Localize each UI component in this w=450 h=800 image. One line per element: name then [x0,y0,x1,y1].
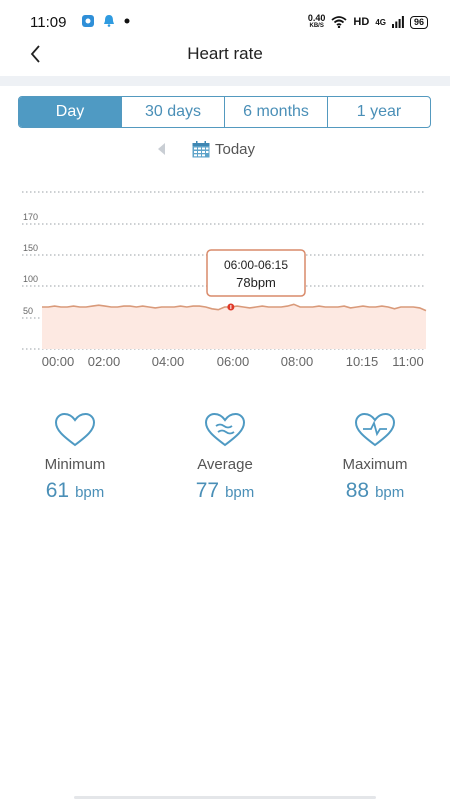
tooltip-time: 06:00-06:15 [224,258,288,272]
y-tick-label: 50 [23,306,33,316]
x-tick-label: 06:00 [217,354,250,369]
stat-label-minimum: Minimum [44,456,106,473]
stat-label-maximum: Maximum [342,456,408,473]
battery-icon: 96 [409,15,428,29]
dot-icon [124,18,130,23]
tab-6-months[interactable]: 6 months [225,97,328,127]
network-type: 4G [375,17,386,27]
x-tick-label: 04:00 [152,354,185,369]
bell-app-icon [104,15,114,27]
y-tick-label: 100 [23,274,38,284]
y-tick-label: 170 [23,212,38,222]
x-tick-label: 00:00 [42,354,75,369]
heart-waves-icon [204,412,246,447]
app-header: Heart rate [0,36,450,76]
stat-value-average: 77 bpm [195,479,255,502]
period-tabs: Day 30 days 6 months 1 year [18,96,431,128]
x-tick-label: 02:00 [88,354,121,369]
tab-30-days[interactable]: 30 days [122,97,225,127]
network-speed: 0.40 KB/S [307,13,326,30]
heart-outline-icon [54,412,96,447]
x-tick-label: 08:00 [281,354,314,369]
wifi-icon [331,16,348,28]
stat-label-average: Average [197,456,253,473]
system-icons: 0.40 KB/S HD 4G 96 [308,14,428,30]
gesture-bar [74,796,376,799]
calendar-icon[interactable] [192,141,210,158]
stat-maximum: Maximum 88 bpm [300,412,450,522]
tab-1-year[interactable]: 1 year [328,97,430,127]
area-fill [42,304,426,349]
heart-rate-stats: Minimum 61 bpm Average 77 bpm Maximum 88 bp… [0,412,450,522]
header-divider [0,76,450,86]
stat-average: Average 77 bpm [150,412,300,522]
selected-date-label[interactable]: Today [215,141,255,158]
stat-value-maximum: 88 bpm [345,479,405,502]
x-tick-label: 11:00 [392,354,424,369]
tooltip-value: 78bpm [236,275,276,290]
x-tick-label: 10:15 [346,354,379,369]
hd-indicator: HD [353,16,370,28]
page-title: Heart rate [187,44,263,63]
previous-day-arrow-icon[interactable] [158,143,165,155]
eye-app-icon [82,14,94,27]
tab-day[interactable]: Day [19,97,122,127]
notification-icons [82,14,130,27]
y-tick-label: 150 [23,243,38,253]
signal-icon [391,16,404,28]
stat-minimum: Minimum 61 bpm [0,412,150,522]
heart-rate-chart: 170 150 100 50 06:00-06:15 78bpm 00:00 02:00 04:… [22,191,427,369]
date-navigator: Today [0,139,450,161]
stat-value-minimum: 61 bpm [45,479,105,502]
status-time: 11:09 [30,14,67,31]
heart-pulse-icon [354,412,396,447]
